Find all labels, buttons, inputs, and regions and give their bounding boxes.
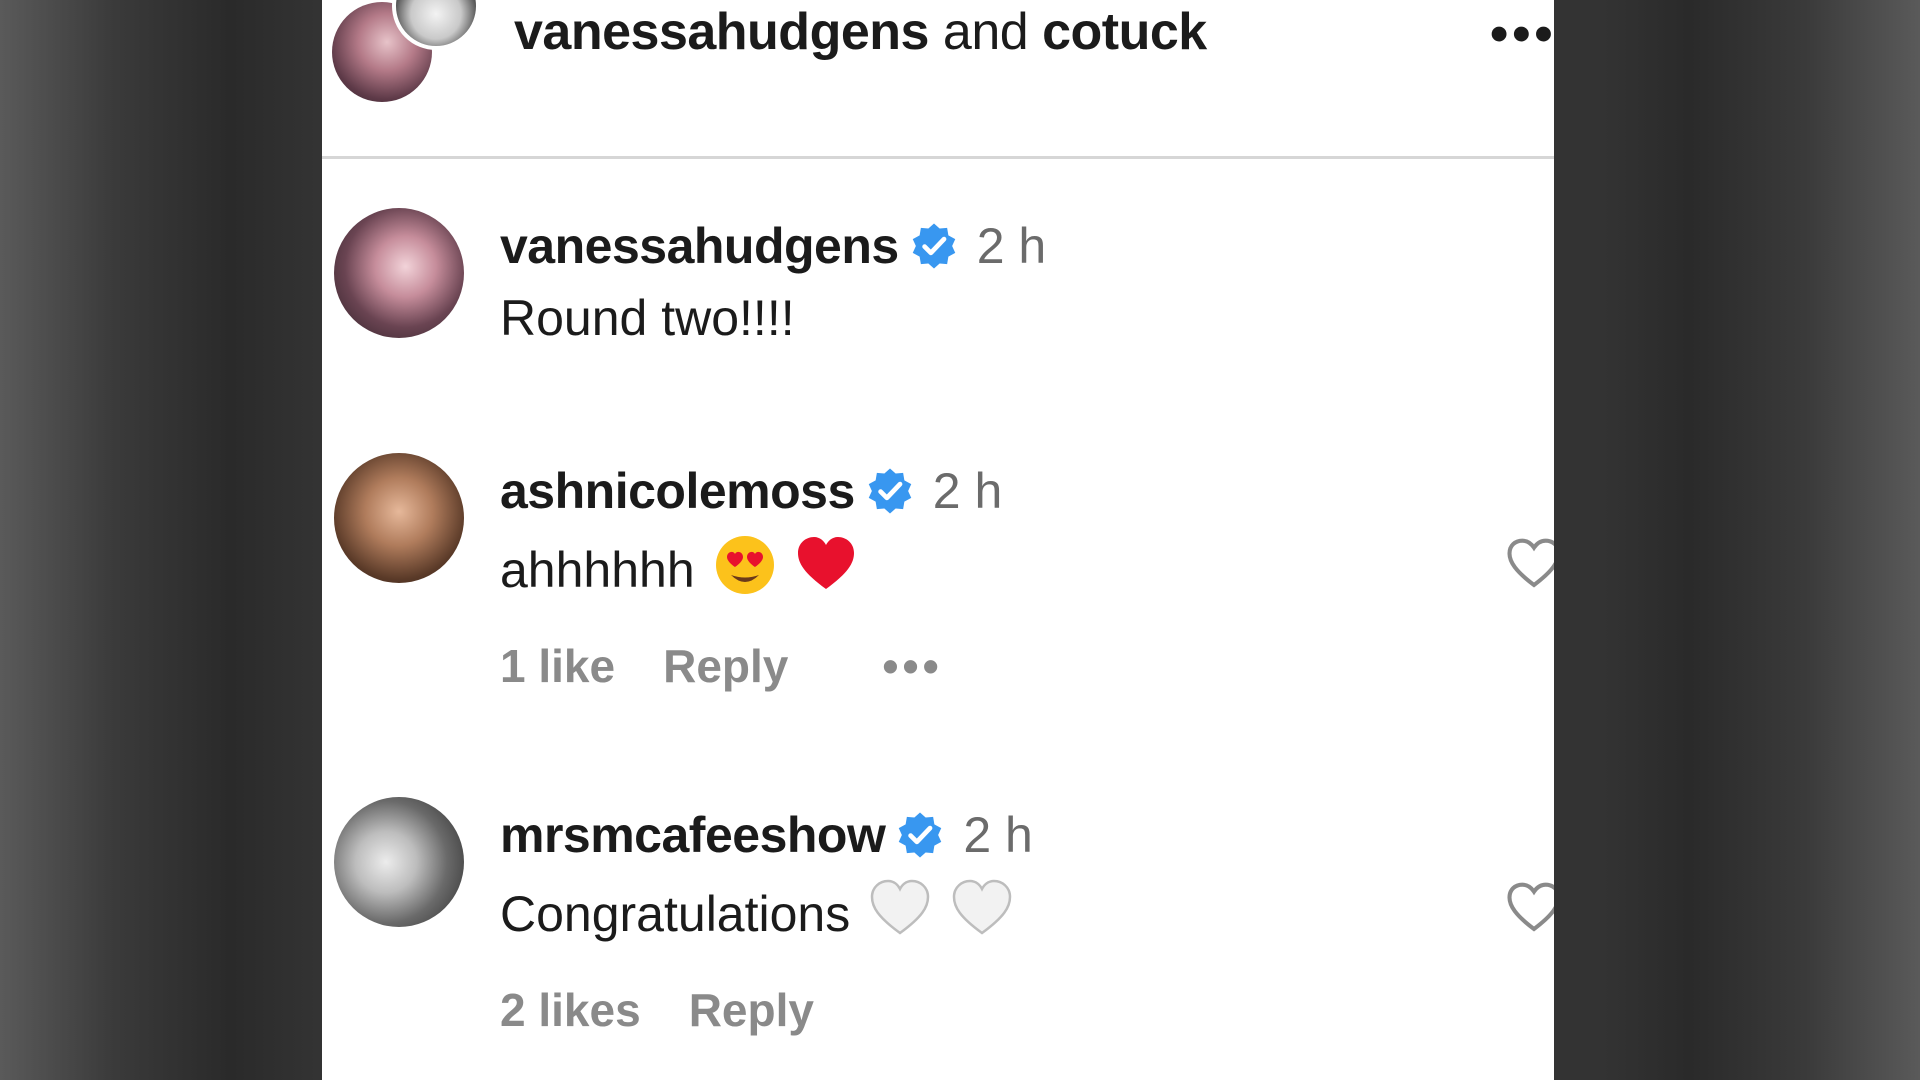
verified-badge-icon: [912, 223, 955, 269]
post-header: vanessahudgens and cotuck •••: [322, 0, 1554, 159]
verified-badge-icon: [899, 812, 942, 858]
and-text: and: [942, 3, 1029, 61]
comment-text-row: Congratulations: [500, 877, 1014, 944]
avatar[interactable]: [334, 208, 464, 338]
comment-header: mrsmcafeeshow 2 h: [500, 805, 1033, 865]
comment-username[interactable]: ashnicolemoss: [500, 463, 855, 519]
comment-timestamp: 2 h: [976, 218, 1047, 274]
verified-badge-icon: [868, 468, 912, 514]
comment-header: ashnicolemoss 2 h: [500, 461, 1002, 521]
white-heart-emoji: [870, 879, 930, 935]
like-heart-icon[interactable]: [1506, 536, 1554, 592]
likes-count[interactable]: 2 likes: [500, 984, 641, 1036]
post-authors: vanessahudgens and cotuck: [514, 2, 1207, 62]
more-horizontal-icon[interactable]: •••: [882, 640, 942, 692]
comment-text: ahhhhhh: [500, 542, 695, 598]
red-heart-emoji: [798, 537, 855, 589]
comment-text-row: ahhhhhh: [500, 533, 858, 600]
comment-actions: 1 like Reply •••: [500, 638, 991, 694]
comment-timestamp: 2 h: [932, 463, 1003, 519]
likes-count[interactable]: 1 like: [500, 640, 615, 692]
comment-header: vanessahudgens 2 h: [500, 216, 1046, 276]
collab-avatars[interactable]: [332, 0, 480, 102]
heart-eyes-emoji: [715, 536, 774, 594]
avatar[interactable]: [334, 453, 464, 583]
avatar[interactable]: [334, 797, 464, 927]
comment-username[interactable]: mrsmcafeeshow: [500, 807, 886, 863]
reply-button[interactable]: Reply: [663, 640, 788, 692]
comments-panel: vanessahudgens and cotuck ••• vanessahud…: [322, 0, 1554, 1080]
comment-actions: 2 likes Reply: [500, 982, 862, 1038]
comment-text: Congratulations: [500, 886, 851, 942]
author-username[interactable]: vanessahudgens: [514, 3, 929, 61]
author-username[interactable]: cotuck: [1042, 3, 1207, 61]
reply-button[interactable]: Reply: [689, 984, 814, 1036]
white-heart-emoji: [952, 879, 1012, 935]
more-horizontal-icon[interactable]: •••: [1490, 8, 1554, 60]
comment-text: Round two!!!!: [500, 290, 795, 346]
comment-username[interactable]: vanessahudgens: [500, 218, 899, 274]
comment-timestamp: 2 h: [963, 807, 1033, 863]
like-heart-icon[interactable]: [1506, 880, 1554, 936]
